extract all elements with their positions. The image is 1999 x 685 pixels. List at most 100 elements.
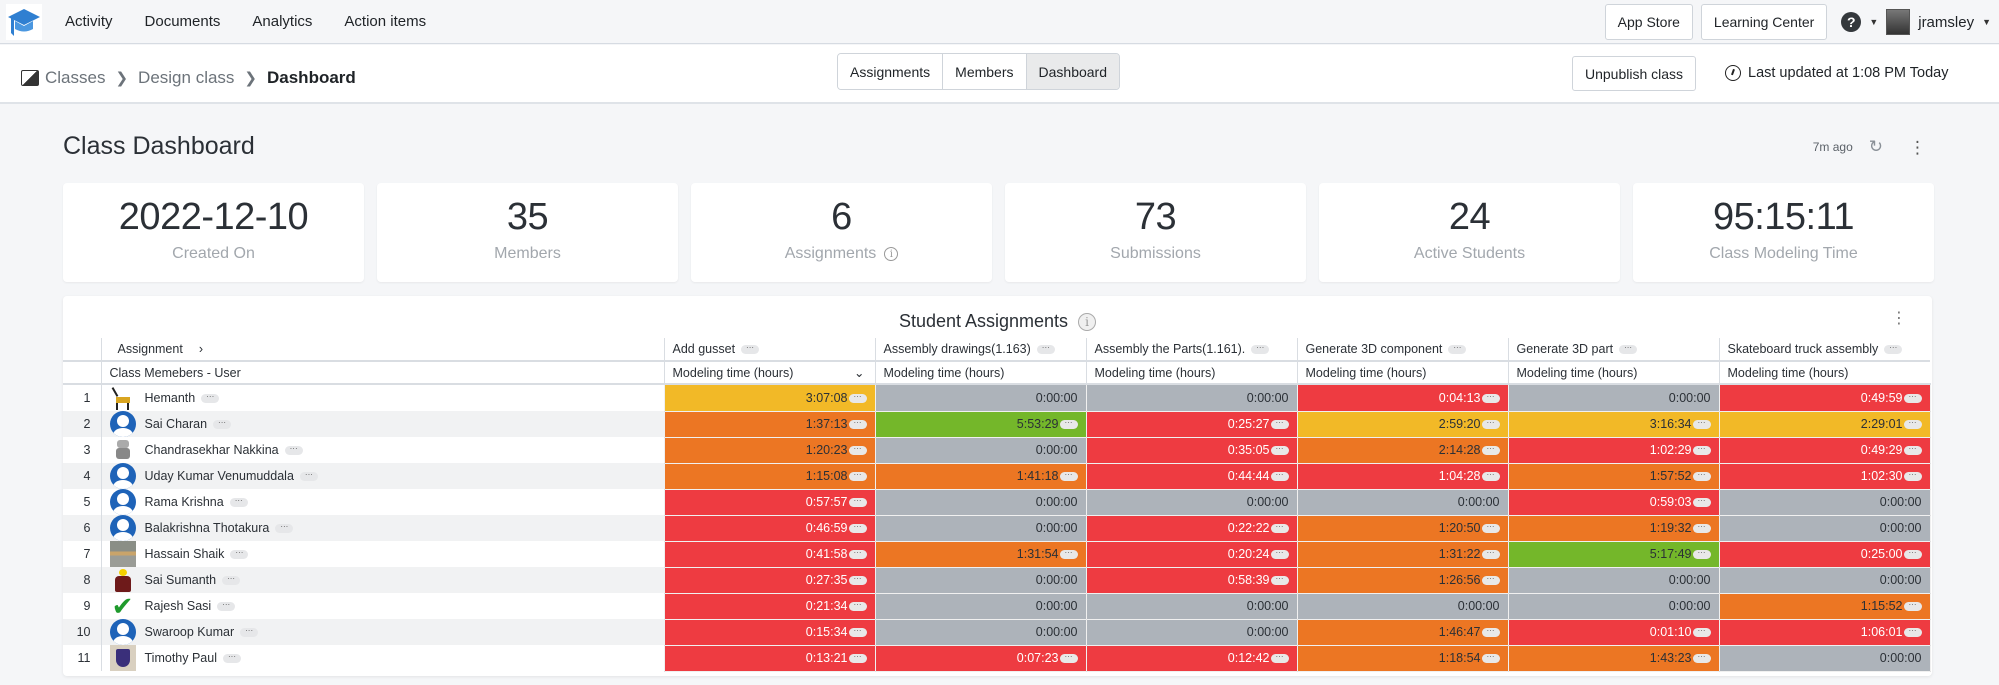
more-icon[interactable]: ···: [222, 574, 241, 585]
chevron-down-icon[interactable]: ⌄: [854, 365, 864, 380]
modeling-time-cell[interactable]: 3:07:08 ···: [663, 383, 876, 412]
more-icon[interactable]: ···: [1903, 601, 1922, 612]
modeling-time-cell[interactable]: 0:04:13 ···: [1296, 383, 1509, 412]
more-icon[interactable]: ···: [1692, 627, 1711, 638]
more-icon[interactable]: ···: [848, 575, 867, 586]
more-icon[interactable]: ···: [1481, 575, 1500, 586]
more-icon[interactable]: ···: [1903, 471, 1922, 482]
tab-members[interactable]: Members: [943, 54, 1027, 89]
modeling-time-cell[interactable]: 0:12:42 ···: [1085, 644, 1298, 672]
modeling-time-cell[interactable]: 5:53:29 ···: [874, 410, 1087, 438]
more-icon[interactable]: ···: [229, 496, 248, 507]
more-icon[interactable]: ···: [1692, 497, 1711, 508]
modeling-time-cell[interactable]: 0:00:00: [1085, 488, 1298, 516]
modeling-time-cell[interactable]: 1:20:23 ···: [663, 436, 876, 464]
member-name[interactable]: Uday Kumar Venumuddala: [145, 469, 294, 483]
more-icon[interactable]: ···: [1692, 653, 1711, 664]
more-icon[interactable]: ···: [1270, 523, 1289, 534]
more-icon[interactable]: ···: [848, 445, 867, 456]
more-icon[interactable]: ···: [1884, 344, 1903, 355]
modeling-time-cell[interactable]: 0:25:00 ···: [1718, 540, 1931, 568]
modeling-time-cell[interactable]: 1:02:29 ···: [1507, 436, 1720, 464]
more-icon[interactable]: ···: [848, 653, 867, 664]
more-icon[interactable]: ···: [848, 601, 867, 612]
more-icon[interactable]: ···: [1059, 549, 1078, 560]
more-icon[interactable]: ···: [1059, 419, 1078, 430]
modeling-time-cell[interactable]: 2:59:20 ···: [1296, 410, 1509, 438]
refresh-icon[interactable]: ↻: [1869, 137, 1883, 157]
more-icon[interactable]: ···: [1270, 575, 1289, 586]
user-avatar[interactable]: [1886, 9, 1911, 35]
modeling-time-cell[interactable]: 0:00:00: [874, 436, 1087, 464]
more-icon[interactable]: ···: [1481, 627, 1500, 638]
modeling-time-cell[interactable]: 1:06:01 ···: [1718, 618, 1931, 646]
modeling-time-cell[interactable]: 0:13:21 ···: [663, 644, 876, 672]
modeling-time-cell[interactable]: 0:58:39 ···: [1085, 566, 1298, 594]
more-icon[interactable]: ···: [1481, 445, 1500, 456]
nav-activity[interactable]: Activity: [65, 13, 113, 30]
more-icon[interactable]: ···: [1270, 653, 1289, 664]
more-icon[interactable]: ···: [848, 392, 867, 403]
member-name[interactable]: Timothy Paul: [145, 651, 217, 665]
learning-center-button[interactable]: Learning Center: [1700, 4, 1828, 40]
more-icon[interactable]: ···: [1251, 344, 1270, 355]
modeling-time-cell[interactable]: 0:41:58 ···: [663, 540, 876, 568]
modeling-time-cell[interactable]: 1:20:50 ···: [1296, 514, 1509, 542]
more-options-icon[interactable]: ⋮: [1909, 139, 1926, 156]
modeling-time-cell[interactable]: 0:57:57 ···: [663, 488, 876, 516]
column-header[interactable]: Add gusset ···: [663, 338, 875, 362]
modeling-time-cell[interactable]: 0:46:59 ···: [663, 514, 876, 542]
modeling-time-cell[interactable]: 0:00:00: [874, 383, 1087, 412]
breadcrumb-classes[interactable]: Classes: [45, 68, 105, 88]
modeling-time-cell[interactable]: 1:15:08 ···: [663, 462, 876, 490]
tab-assignments[interactable]: Assignments: [838, 54, 944, 89]
tab-dashboard[interactable]: Dashboard: [1026, 54, 1120, 89]
modeling-time-cell[interactable]: 0:00:00: [1507, 592, 1720, 620]
modeling-time-cell[interactable]: 0:15:34 ···: [663, 618, 876, 646]
modeling-time-cell[interactable]: 1:57:52 ···: [1507, 462, 1720, 490]
more-icon[interactable]: ···: [848, 523, 867, 534]
unpublish-class-button[interactable]: Unpublish class: [1572, 56, 1697, 91]
modeling-time-cell[interactable]: 0:00:00: [874, 618, 1087, 646]
modeling-time-cell[interactable]: 0:00:00: [1507, 383, 1720, 412]
username[interactable]: jramsley: [1918, 14, 1974, 31]
modeling-time-cell[interactable]: 0:00:00: [1718, 488, 1931, 516]
modeling-time-cell[interactable]: 1:15:52 ···: [1718, 592, 1931, 620]
member-name[interactable]: Sai Charan: [145, 417, 208, 431]
modeling-time-cell[interactable]: 0:21:34 ···: [663, 592, 876, 620]
more-icon[interactable]: ···: [848, 627, 867, 638]
more-icon[interactable]: ···: [1481, 523, 1500, 534]
more-icon[interactable]: ···: [217, 600, 236, 611]
more-icon[interactable]: ···: [1481, 549, 1500, 560]
more-icon[interactable]: ···: [1692, 419, 1711, 430]
modeling-time-cell[interactable]: 0:01:10 ···: [1507, 618, 1720, 646]
modeling-time-cell[interactable]: 0:00:00: [1718, 644, 1931, 672]
help-caret-down-icon[interactable]: ▼: [1869, 17, 1878, 27]
more-icon[interactable]: ···: [222, 652, 241, 663]
modeling-time-cell[interactable]: 0:00:00: [874, 514, 1087, 542]
member-name[interactable]: Rajesh Sasi: [145, 599, 212, 613]
more-icon[interactable]: ···: [1692, 471, 1711, 482]
more-icon[interactable]: ···: [1481, 392, 1500, 403]
modeling-time-cell[interactable]: 0:00:00: [1296, 592, 1509, 620]
modeling-time-cell[interactable]: 1:31:54 ···: [874, 540, 1087, 568]
modeling-time-cell[interactable]: 0:00:00: [1085, 592, 1298, 620]
modeling-time-cell[interactable]: 0:00:00: [1085, 618, 1298, 646]
more-icon[interactable]: ···: [1036, 344, 1055, 355]
modeling-time-cell[interactable]: 5:17:49 ···: [1507, 540, 1720, 568]
more-icon[interactable]: ···: [1270, 471, 1289, 482]
info-icon[interactable]: i: [1078, 312, 1097, 331]
more-icon[interactable]: ···: [1903, 549, 1922, 560]
more-icon[interactable]: ···: [1692, 549, 1711, 560]
more-icon[interactable]: ···: [1270, 445, 1289, 456]
more-icon[interactable]: ···: [1059, 471, 1078, 482]
more-icon[interactable]: ···: [1448, 344, 1467, 355]
user-caret-down-icon[interactable]: ▼: [1982, 17, 1991, 27]
app-store-button[interactable]: App Store: [1604, 4, 1693, 40]
modeling-time-cell[interactable]: 0:00:00: [1085, 383, 1298, 412]
modeling-time-cell[interactable]: 0:00:00: [874, 488, 1087, 516]
modeling-time-cell[interactable]: 2:14:28 ···: [1296, 436, 1509, 464]
modeling-time-cell[interactable]: 0:35:05 ···: [1085, 436, 1298, 464]
member-name[interactable]: Chandrasekhar Nakkina: [145, 443, 279, 457]
more-icon[interactable]: ···: [1270, 549, 1289, 560]
